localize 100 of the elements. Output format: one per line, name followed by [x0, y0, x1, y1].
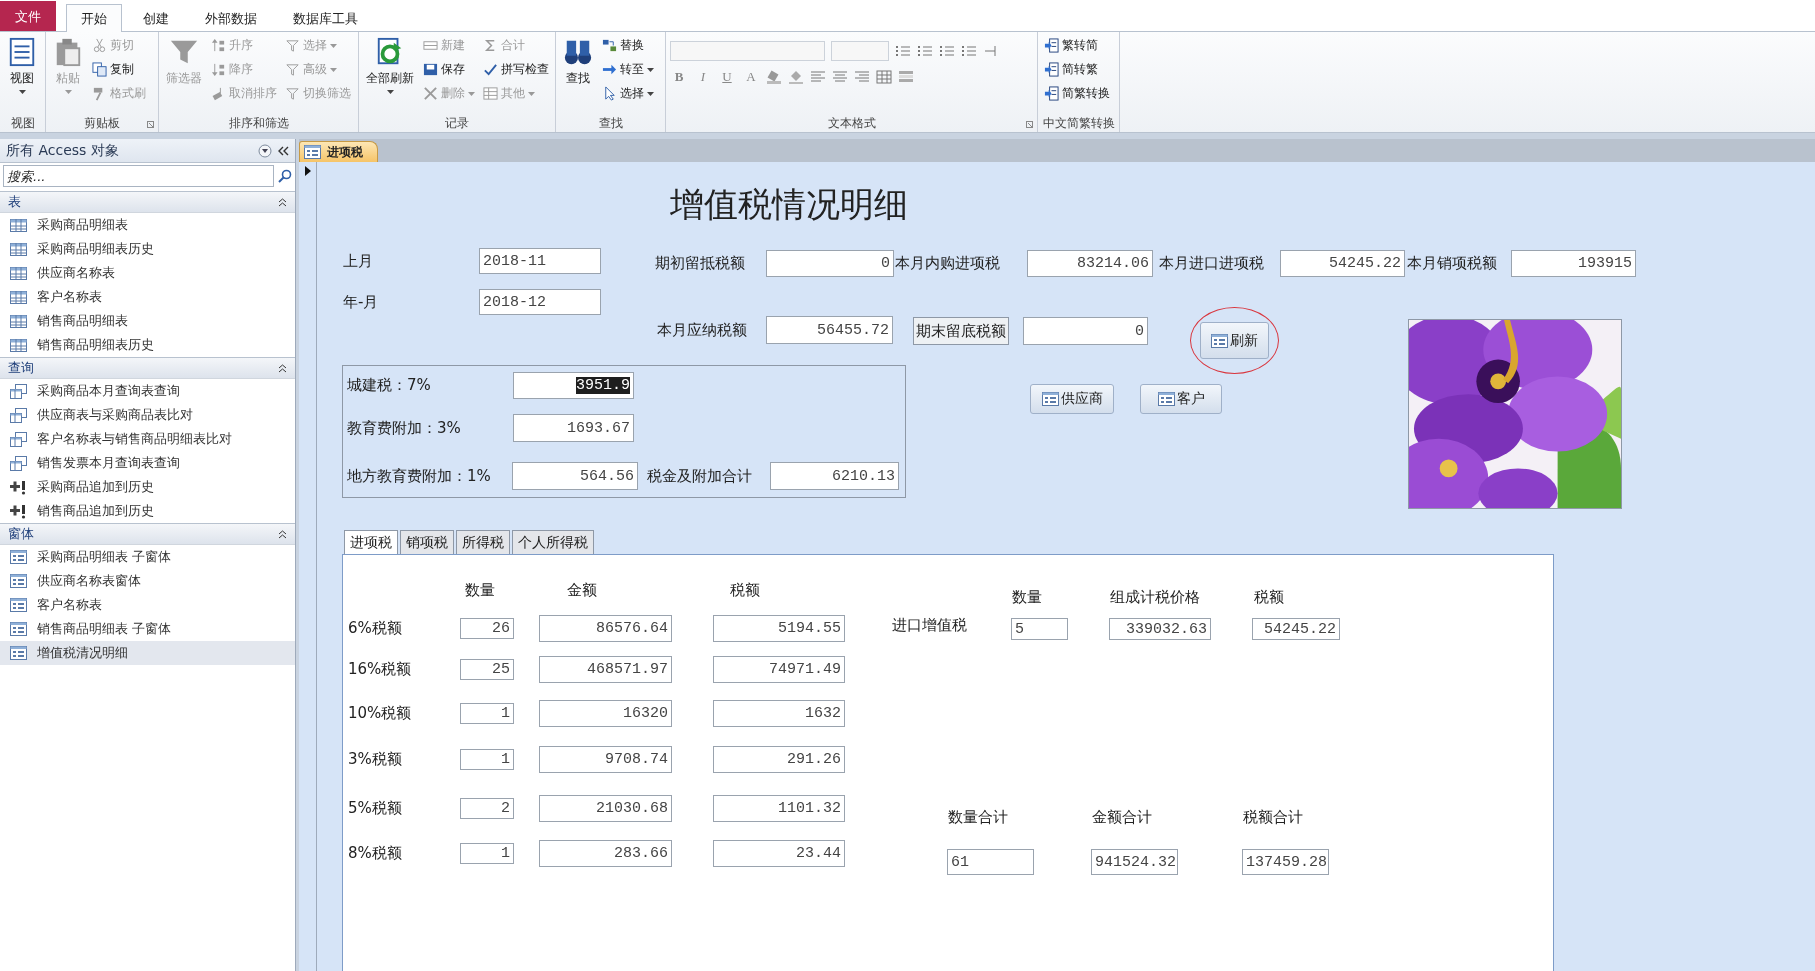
text-direction-icon[interactable] [983, 44, 999, 58]
amount-field[interactable]: 283.66 [539, 840, 672, 867]
text-field[interactable]: 564.56 [512, 462, 638, 490]
dialog-launcher-icon[interactable] [1026, 121, 1033, 128]
nav-item[interactable]: 采购商品追加到历史 [0, 475, 295, 499]
ribbon-tab[interactable]: 文件 [0, 1, 56, 31]
total-field[interactable]: 941524.32 [1091, 849, 1178, 875]
quantity-field[interactable]: 25 [460, 659, 514, 680]
tax-field[interactable]: 5194.55 [713, 615, 845, 642]
ribbon-tab[interactable]: 创建 [128, 5, 184, 31]
form-button[interactable]: 客户 [1140, 384, 1222, 414]
ribbon-button[interactable]: 简繁转换 [1042, 83, 1112, 104]
nav-item[interactable]: 销售发票本月查询表查询 [0, 451, 295, 475]
text-field[interactable]: 54245.22 [1252, 618, 1340, 640]
nav-item[interactable]: 采购商品明细表 子窗体 [0, 545, 295, 569]
ribbon-button[interactable]: 全部刷新 [363, 35, 417, 114]
nav-item[interactable]: 供应商名称表 [0, 261, 295, 285]
document-tab[interactable]: 进项税 [299, 141, 378, 162]
ribbon-button[interactable]: 替换 [600, 35, 656, 56]
quantity-field[interactable]: 2 [460, 798, 514, 819]
section-header[interactable]: 查询 [0, 357, 295, 379]
text-field[interactable]: 0 [766, 250, 894, 277]
nav-item[interactable]: 销售商品明细表 子窗体 [0, 617, 295, 641]
tax-field[interactable]: 1632 [713, 700, 845, 727]
form-tab[interactable]: 销项税 [400, 530, 454, 554]
amount-field[interactable]: 9708.74 [539, 746, 672, 773]
font-size-combo[interactable] [831, 41, 889, 61]
nav-item[interactable]: 客户名称表 [0, 593, 295, 617]
nav-item[interactable]: 销售商品明细表 [0, 309, 295, 333]
quantity-field[interactable]: 1 [460, 703, 514, 724]
bullet-list-icon[interactable] [895, 44, 911, 58]
nav-item[interactable]: 增值税清况明细 [0, 641, 295, 665]
font-name-combo[interactable] [670, 41, 825, 61]
text-field[interactable]: 0 [1023, 317, 1148, 345]
section-header[interactable]: 窗体 [0, 523, 295, 545]
ribbon-button[interactable]: 简转繁 [1042, 59, 1112, 80]
align-center-icon[interactable] [832, 70, 848, 84]
amount-field[interactable]: 16320 [539, 700, 672, 727]
text-field[interactable]: 56455.72 [766, 316, 893, 344]
quantity-field[interactable]: 1 [460, 843, 514, 864]
search-icon[interactable] [278, 169, 292, 183]
nav-item[interactable]: 客户名称表 [0, 285, 295, 309]
ribbon-button[interactable]: 视图 [4, 35, 40, 114]
tax-field[interactable]: 1101.32 [713, 795, 845, 822]
decrease-indent-icon[interactable] [939, 44, 955, 58]
nav-item[interactable]: 采购商品本月查询表查询 [0, 379, 295, 403]
text-field[interactable]: 6210.13 [770, 462, 899, 490]
text-field[interactable]: 83214.06 [1027, 250, 1153, 277]
text-field[interactable]: 193915 [1511, 250, 1636, 277]
gridlines-icon[interactable] [876, 70, 892, 84]
ribbon-button[interactable]: 保存 [421, 59, 477, 80]
ribbon-button[interactable]: 拼写检查 [481, 59, 551, 80]
ribbon-button[interactable]: 查找 [560, 35, 596, 114]
dialog-launcher-icon[interactable] [147, 121, 154, 128]
alternate-row-color-icon[interactable] [898, 70, 914, 84]
ribbon-button[interactable]: 繁转简 [1042, 35, 1112, 56]
collapse-icon[interactable] [278, 145, 289, 156]
section-header[interactable]: 表 [0, 191, 295, 213]
amount-field[interactable]: 468571.97 [539, 656, 672, 683]
form-button[interactable]: 刷新 [1200, 322, 1269, 359]
amount-field[interactable]: 21030.68 [539, 795, 672, 822]
ribbon-button[interactable]: 复制 [90, 59, 148, 80]
ribbon-tab[interactable]: 外部数据 [190, 5, 272, 31]
form-tab[interactable]: 所得税 [456, 530, 510, 554]
search-field[interactable]: 搜索... [3, 165, 274, 187]
form-tab[interactable]: 个人所得税 [512, 530, 594, 554]
form-tab[interactable]: 进项税 [344, 530, 398, 555]
ribbon-button[interactable]: 转至 [600, 59, 656, 80]
format-button[interactable]: U [718, 69, 736, 85]
nav-item[interactable]: 供应商名称表窗体 [0, 569, 295, 593]
text-field[interactable]: 5 [1011, 618, 1068, 640]
tax-field[interactable]: 23.44 [713, 840, 845, 867]
text-field[interactable]: 3951.9 [513, 372, 634, 399]
total-field[interactable]: 61 [947, 849, 1034, 875]
quantity-field[interactable]: 1 [460, 749, 514, 770]
tax-field[interactable]: 74971.49 [713, 656, 845, 683]
nav-item[interactable]: 客户名称表与销售商品明细表比对 [0, 427, 295, 451]
nav-item[interactable]: 供应商表与采购商品表比对 [0, 403, 295, 427]
text-field[interactable]: 2018-11 [479, 248, 601, 274]
nav-item[interactable]: 销售商品追加到历史 [0, 499, 295, 523]
text-field[interactable]: 1693.67 [513, 414, 634, 442]
ribbon-tab[interactable]: 开始 [66, 4, 122, 32]
fill-color-icon[interactable] [788, 70, 804, 84]
nav-item[interactable]: 采购商品明细表历史 [0, 237, 295, 261]
nav-item[interactable]: 销售商品明细表历史 [0, 333, 295, 357]
numbered-list-icon[interactable] [917, 44, 933, 58]
amount-field[interactable]: 86576.64 [539, 615, 672, 642]
text-field[interactable]: 2018-12 [479, 289, 601, 315]
tax-field[interactable]: 291.26 [713, 746, 845, 773]
align-right-icon[interactable] [854, 70, 870, 84]
ribbon-tab[interactable]: 数据库工具 [278, 5, 373, 31]
increase-indent-icon[interactable] [961, 44, 977, 58]
highlighter-icon[interactable] [766, 70, 782, 84]
quantity-field[interactable]: 26 [460, 618, 514, 639]
align-left-icon[interactable] [810, 70, 826, 84]
text-field[interactable]: 339032.63 [1109, 618, 1211, 640]
total-field[interactable]: 137459.28 [1242, 849, 1329, 875]
dropdown-icon[interactable] [258, 143, 272, 158]
ribbon-button[interactable]: 选择 [600, 83, 656, 104]
nav-item[interactable]: 采购商品明细表 [0, 213, 295, 237]
